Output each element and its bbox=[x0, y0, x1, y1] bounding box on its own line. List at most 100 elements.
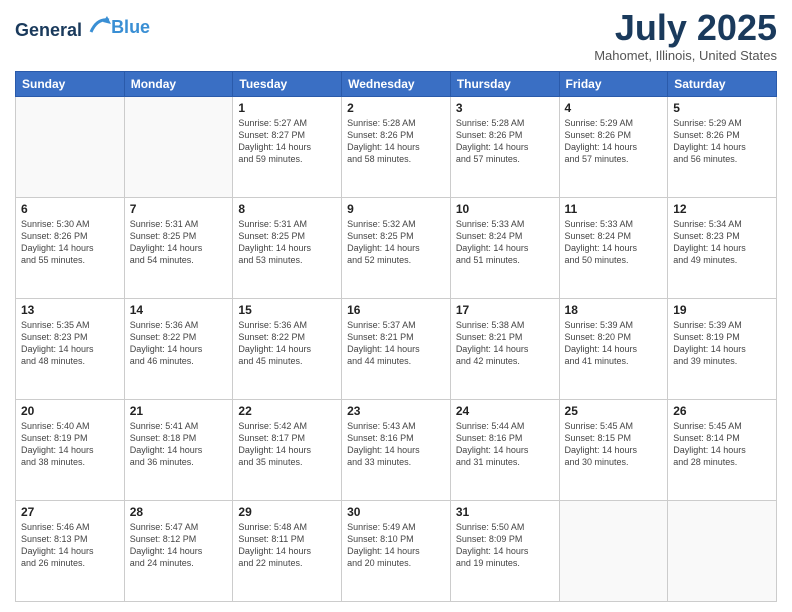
day-number: 17 bbox=[456, 303, 554, 317]
header-sunday: Sunday bbox=[16, 72, 125, 97]
day-number: 12 bbox=[673, 202, 771, 216]
header-wednesday: Wednesday bbox=[342, 72, 451, 97]
table-row: 30Sunrise: 5:49 AM Sunset: 8:10 PM Dayli… bbox=[342, 501, 451, 602]
table-row: 1 Sunrise: 5:27 AM Sunset: 8:27 PM Daylig… bbox=[233, 97, 342, 198]
day-detail: Sunrise: 5:48 AM Sunset: 8:11 PM Dayligh… bbox=[238, 521, 336, 570]
day-detail: Sunrise: 5:33 AM Sunset: 8:24 PM Dayligh… bbox=[565, 218, 663, 267]
table-row bbox=[16, 97, 125, 198]
logo: General Blue bbox=[15, 14, 150, 41]
table-row: 22 Sunrise: 5:42 AM Sunset: 8:17 PM Dayli… bbox=[233, 400, 342, 501]
day-number: 9 bbox=[347, 202, 445, 216]
day-detail: Sunrise: 5:36 AM Sunset: 8:22 PM Dayligh… bbox=[130, 319, 228, 368]
day-detail: Sunrise: 5:29 AM Sunset: 8:26 PM Dayligh… bbox=[673, 117, 771, 166]
table-row: 13Sunrise: 5:35 AM Sunset: 8:23 PM Dayli… bbox=[16, 299, 125, 400]
day-number: 25 bbox=[565, 404, 663, 418]
calendar-header-row: Sunday Monday Tuesday Wednesday Thursday… bbox=[16, 72, 777, 97]
table-row: 2 Sunrise: 5:28 AM Sunset: 8:26 PM Daylig… bbox=[342, 97, 451, 198]
logo-icon bbox=[89, 14, 111, 36]
table-row: 10Sunrise: 5:33 AM Sunset: 8:24 PM Dayli… bbox=[450, 198, 559, 299]
day-number: 15 bbox=[238, 303, 336, 317]
header-tuesday: Tuesday bbox=[233, 72, 342, 97]
month-title: July 2025 bbox=[594, 10, 777, 46]
day-detail: Sunrise: 5:36 AM Sunset: 8:22 PM Dayligh… bbox=[238, 319, 336, 368]
table-row: 5 Sunrise: 5:29 AM Sunset: 8:26 PM Daylig… bbox=[668, 97, 777, 198]
day-detail: Sunrise: 5:45 AM Sunset: 8:15 PM Dayligh… bbox=[565, 420, 663, 469]
day-number: 18 bbox=[565, 303, 663, 317]
day-number: 19 bbox=[673, 303, 771, 317]
table-row: 29 Sunrise: 5:48 AM Sunset: 8:11 PM Dayli… bbox=[233, 501, 342, 602]
header-thursday: Thursday bbox=[450, 72, 559, 97]
day-detail: Sunrise: 5:38 AM Sunset: 8:21 PM Dayligh… bbox=[456, 319, 554, 368]
day-number: 31 bbox=[456, 505, 554, 519]
day-detail: Sunrise: 5:49 AM Sunset: 8:10 PM Dayligh… bbox=[347, 521, 445, 570]
table-row: 12 Sunrise: 5:34 AM Sunset: 8:23 PM Dayli… bbox=[668, 198, 777, 299]
logo-general: General bbox=[15, 20, 82, 40]
logo-text: General bbox=[15, 14, 111, 41]
day-number: 5 bbox=[673, 101, 771, 115]
day-detail: Sunrise: 5:37 AM Sunset: 8:21 PM Dayligh… bbox=[347, 319, 445, 368]
day-number: 8 bbox=[238, 202, 336, 216]
day-detail: Sunrise: 5:42 AM Sunset: 8:17 PM Dayligh… bbox=[238, 420, 336, 469]
day-detail: Sunrise: 5:32 AM Sunset: 8:25 PM Dayligh… bbox=[347, 218, 445, 267]
day-number: 4 bbox=[565, 101, 663, 115]
day-detail: Sunrise: 5:35 AM Sunset: 8:23 PM Dayligh… bbox=[21, 319, 119, 368]
table-row: 11 Sunrise: 5:33 AM Sunset: 8:24 PM Dayli… bbox=[559, 198, 668, 299]
logo-blue: Blue bbox=[111, 17, 150, 38]
day-number: 23 bbox=[347, 404, 445, 418]
title-section: July 2025 Mahomet, Illinois, United Stat… bbox=[594, 10, 777, 63]
table-row: 19Sunrise: 5:39 AM Sunset: 8:19 PM Dayli… bbox=[668, 299, 777, 400]
day-number: 21 bbox=[130, 404, 228, 418]
day-detail: Sunrise: 5:47 AM Sunset: 8:12 PM Dayligh… bbox=[130, 521, 228, 570]
day-number: 14 bbox=[130, 303, 228, 317]
table-row: 8Sunrise: 5:31 AM Sunset: 8:25 PM Daylig… bbox=[233, 198, 342, 299]
table-row: 15 Sunrise: 5:36 AM Sunset: 8:22 PM Dayli… bbox=[233, 299, 342, 400]
table-row: 23 Sunrise: 5:43 AM Sunset: 8:16 PM Dayli… bbox=[342, 400, 451, 501]
day-detail: Sunrise: 5:41 AM Sunset: 8:18 PM Dayligh… bbox=[130, 420, 228, 469]
table-row: 4Sunrise: 5:29 AM Sunset: 8:26 PM Daylig… bbox=[559, 97, 668, 198]
day-detail: Sunrise: 5:33 AM Sunset: 8:24 PM Dayligh… bbox=[456, 218, 554, 267]
table-row bbox=[559, 501, 668, 602]
table-row bbox=[668, 501, 777, 602]
day-detail: Sunrise: 5:31 AM Sunset: 8:25 PM Dayligh… bbox=[130, 218, 228, 267]
table-row bbox=[124, 97, 233, 198]
day-number: 16 bbox=[347, 303, 445, 317]
table-row: 27Sunrise: 5:46 AM Sunset: 8:13 PM Dayli… bbox=[16, 501, 125, 602]
day-detail: Sunrise: 5:50 AM Sunset: 8:09 PM Dayligh… bbox=[456, 521, 554, 570]
day-number: 26 bbox=[673, 404, 771, 418]
table-row: 20Sunrise: 5:40 AM Sunset: 8:19 PM Dayli… bbox=[16, 400, 125, 501]
day-detail: Sunrise: 5:28 AM Sunset: 8:26 PM Dayligh… bbox=[347, 117, 445, 166]
header: General Blue July 2025 Mahomet, Illinois… bbox=[15, 10, 777, 63]
table-row: 17 Sunrise: 5:38 AM Sunset: 8:21 PM Dayli… bbox=[450, 299, 559, 400]
table-row: 6Sunrise: 5:30 AM Sunset: 8:26 PM Daylig… bbox=[16, 198, 125, 299]
day-number: 24 bbox=[456, 404, 554, 418]
table-row: 28 Sunrise: 5:47 AM Sunset: 8:12 PM Dayli… bbox=[124, 501, 233, 602]
table-row: 25 Sunrise: 5:45 AM Sunset: 8:15 PM Dayli… bbox=[559, 400, 668, 501]
day-number: 11 bbox=[565, 202, 663, 216]
day-number: 2 bbox=[347, 101, 445, 115]
table-row: 24 Sunrise: 5:44 AM Sunset: 8:16 PM Dayli… bbox=[450, 400, 559, 501]
table-row: 31 Sunrise: 5:50 AM Sunset: 8:09 PM Dayli… bbox=[450, 501, 559, 602]
table-row: 26 Sunrise: 5:45 AM Sunset: 8:14 PM Dayli… bbox=[668, 400, 777, 501]
table-row: 3Sunrise: 5:28 AM Sunset: 8:26 PM Daylig… bbox=[450, 97, 559, 198]
day-number: 29 bbox=[238, 505, 336, 519]
table-row: 7Sunrise: 5:31 AM Sunset: 8:25 PM Daylig… bbox=[124, 198, 233, 299]
table-row: 9 Sunrise: 5:32 AM Sunset: 8:25 PM Daylig… bbox=[342, 198, 451, 299]
location: Mahomet, Illinois, United States bbox=[594, 48, 777, 63]
day-number: 28 bbox=[130, 505, 228, 519]
day-detail: Sunrise: 5:45 AM Sunset: 8:14 PM Dayligh… bbox=[673, 420, 771, 469]
day-detail: Sunrise: 5:27 AM Sunset: 8:27 PM Dayligh… bbox=[238, 117, 336, 166]
day-detail: Sunrise: 5:44 AM Sunset: 8:16 PM Dayligh… bbox=[456, 420, 554, 469]
day-detail: Sunrise: 5:34 AM Sunset: 8:23 PM Dayligh… bbox=[673, 218, 771, 267]
day-detail: Sunrise: 5:43 AM Sunset: 8:16 PM Dayligh… bbox=[347, 420, 445, 469]
day-number: 27 bbox=[21, 505, 119, 519]
page: General Blue July 2025 Mahomet, Illinois… bbox=[0, 0, 792, 612]
table-row: 21 Sunrise: 5:41 AM Sunset: 8:18 PM Dayli… bbox=[124, 400, 233, 501]
day-number: 1 bbox=[238, 101, 336, 115]
day-detail: Sunrise: 5:39 AM Sunset: 8:20 PM Dayligh… bbox=[565, 319, 663, 368]
calendar-table: Sunday Monday Tuesday Wednesday Thursday… bbox=[15, 71, 777, 602]
header-monday: Monday bbox=[124, 72, 233, 97]
day-number: 22 bbox=[238, 404, 336, 418]
day-number: 3 bbox=[456, 101, 554, 115]
day-detail: Sunrise: 5:30 AM Sunset: 8:26 PM Dayligh… bbox=[21, 218, 119, 267]
table-row: 16 Sunrise: 5:37 AM Sunset: 8:21 PM Dayli… bbox=[342, 299, 451, 400]
